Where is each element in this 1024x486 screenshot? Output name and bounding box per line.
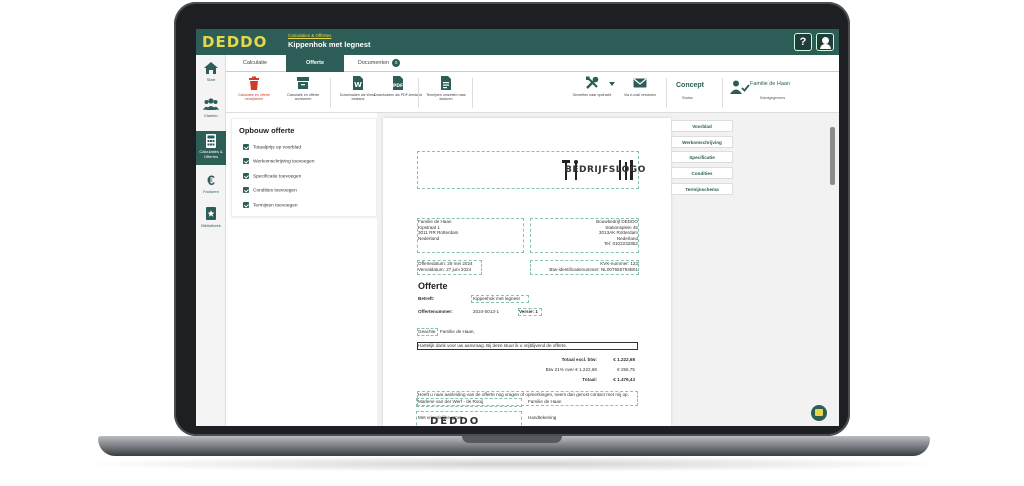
subject-value: Kippenhok met legnest (473, 296, 520, 301)
tab-documenten[interactable]: Documenten 0 (348, 55, 410, 72)
registration-numbers: KVK-nummer: 123 Btw-identificatienummer: … (549, 261, 638, 272)
user-check-icon (730, 80, 750, 94)
version: Versie: 1 (519, 309, 538, 314)
section-specificatie[interactable]: Specificatie (671, 151, 733, 163)
customer-name: Familie de Haan (750, 81, 791, 87)
users-icon (203, 98, 219, 110)
vat-value: € 256,75 (617, 367, 635, 372)
scrollbar-thumb[interactable] (830, 127, 835, 185)
mail-icon (633, 78, 647, 88)
help-button[interactable]: ? (794, 33, 812, 51)
tab-offerte[interactable]: Offerte (286, 55, 344, 72)
offer-structure-panel: Opbouw offerte Totaalprijs op voorblad W… (231, 118, 377, 217)
salutation-prefix: Geachte (418, 329, 436, 334)
archive-icon (297, 77, 309, 89)
svg-text:PDF: PDF (393, 83, 403, 89)
logo-text: BEDRIJFSLOGO (565, 165, 646, 175)
euro-icon: € (207, 172, 215, 188)
salutation-name: Familie de Haan, (440, 329, 475, 334)
laptop-shadow (70, 456, 954, 472)
account-button[interactable] (816, 33, 834, 51)
app-logo[interactable]: DEDDO (202, 33, 267, 51)
option-specification[interactable]: Specificatie toevoegen (243, 173, 301, 179)
page-title: Kippenhok met legnest (288, 40, 371, 49)
signature-logo: DEDDO (430, 416, 481, 426)
panel-title: Opbouw offerte (239, 126, 295, 135)
signature-area: Marlene van der Werf - de Rooij Familie … (416, 398, 646, 426)
company-address: Bouwbedrijf DEDDO Stationsplein 45 3013AK … (596, 219, 638, 247)
chat-button[interactable] (811, 405, 827, 421)
signer-name: Marlene van der Werf - de Rooij (418, 399, 484, 404)
total-label: Totaal: (582, 377, 597, 382)
tab-calculatie[interactable]: Calculatie (226, 55, 284, 72)
tools-icon (586, 76, 599, 89)
user-icon (822, 37, 829, 44)
word-file-icon: W (353, 76, 363, 90)
breadcrumb[interactable]: Calculaties & Offertes (288, 33, 331, 38)
terms-to-invoices-button[interactable]: Termijnen omzetten naar facturen (422, 76, 470, 101)
book-icon (206, 207, 216, 220)
closing-text: Heeft u naar aanleiding van de offerte n… (418, 392, 629, 397)
customer-label: Klantgegevens (760, 96, 786, 100)
status-value: Concept (676, 82, 704, 89)
sidebar-item-bibliotheek[interactable]: Bibliotheek (196, 207, 226, 233)
send-email-button[interactable]: Via e-mail versturen (616, 76, 664, 97)
subject-label: Betreft: (418, 296, 435, 301)
intro-text: Hartelijk dank voor uw aanvraag. Bij dez… (418, 343, 568, 348)
toolbar: Calculatie en offerte verwijderen Calcul… (226, 72, 839, 113)
checkbox-checked[interactable] (243, 202, 249, 208)
archive-button[interactable]: Calculatie en offerte archiveren (279, 76, 327, 101)
checkbox-checked[interactable] (243, 187, 249, 193)
customer-button[interactable]: Familie de Haan Klantgegevens (730, 78, 830, 108)
svg-text:W: W (354, 81, 362, 89)
sidebar-item-start[interactable]: Start (196, 61, 226, 87)
vat-label: Btw 21% over € 1.222,68 (545, 367, 597, 372)
checkbox-checked[interactable] (243, 173, 249, 179)
sidebar: Start Klanten Calculaties & Offertes € F… (196, 55, 226, 426)
sidebar-item-klanten[interactable]: Klanten (196, 97, 226, 123)
top-bar: DEDDO Calculaties & Offertes Kippenhok m… (196, 29, 839, 55)
total-excl-value: € 1.222,68 (613, 357, 635, 362)
document-heading: Offerte (418, 281, 448, 291)
checkbox-checked[interactable] (243, 158, 249, 164)
calculator-icon (206, 134, 216, 148)
offer-document: BEDRIJFSLOGO Familie de Haan Kipstraat 13… (383, 118, 671, 426)
client-address: Familie de Haan Kipstraat 1 3011 RR Rotter… (418, 219, 459, 241)
laptop-notch (462, 436, 562, 443)
chevron-down-icon[interactable] (609, 82, 615, 86)
section-termijnschema[interactable]: Termijnschema (671, 183, 733, 195)
download-pdf-button[interactable]: PDF Downloaden als PDF-bestand (374, 76, 422, 97)
checkbox-checked[interactable] (243, 144, 249, 150)
offer-number: 2024-0013-1 (473, 309, 500, 314)
tab-bar: Calculatie Offerte Documenten 0 (226, 55, 839, 72)
convert-to-order-button[interactable]: Omzetten naar opdracht (568, 76, 616, 97)
app-screen: DEDDO Calculaties & Offertes Kippenhok m… (196, 29, 839, 426)
option-conditions[interactable]: Condities toevoegen (243, 187, 297, 193)
section-condities[interactable]: Condities (671, 167, 733, 179)
offer-number-label: Offertenummer: (418, 309, 453, 314)
signature-label: Handtekening (528, 415, 557, 420)
option-terms[interactable]: Termijnen toevoegen (243, 202, 298, 208)
status-label: Status (682, 96, 693, 100)
section-voorblad[interactable]: Voorblad (671, 120, 733, 132)
delete-button[interactable]: Calculatie en offerte verwijderen (230, 76, 278, 101)
trash-icon (249, 76, 259, 90)
documents-count-badge: 0 (392, 58, 401, 67)
recipient-name: Familie de Haan (528, 399, 562, 404)
total-value: € 1.479,43 (613, 377, 635, 382)
offer-dates: Offertedatum: 28 mei 2024 Vervaldatum: 27… (418, 261, 473, 272)
option-work-description[interactable]: Werkomschrijving toevoegen (243, 158, 315, 164)
document-lines-icon (441, 76, 451, 90)
sidebar-item-calculaties[interactable]: Calculaties & Offertes (196, 131, 226, 165)
total-excl-label: Totaal excl. btw: (561, 357, 597, 362)
sidebar-item-facturen[interactable]: € Facturen (196, 173, 226, 199)
section-werkomschrijving[interactable]: Werkomschrijving (671, 136, 733, 148)
option-total-price[interactable]: Totaalprijs op voorblad (243, 144, 301, 150)
home-icon (204, 62, 218, 74)
company-logo: BEDRIJFSLOGO (559, 156, 645, 184)
pdf-file-icon: PDF (393, 76, 403, 90)
